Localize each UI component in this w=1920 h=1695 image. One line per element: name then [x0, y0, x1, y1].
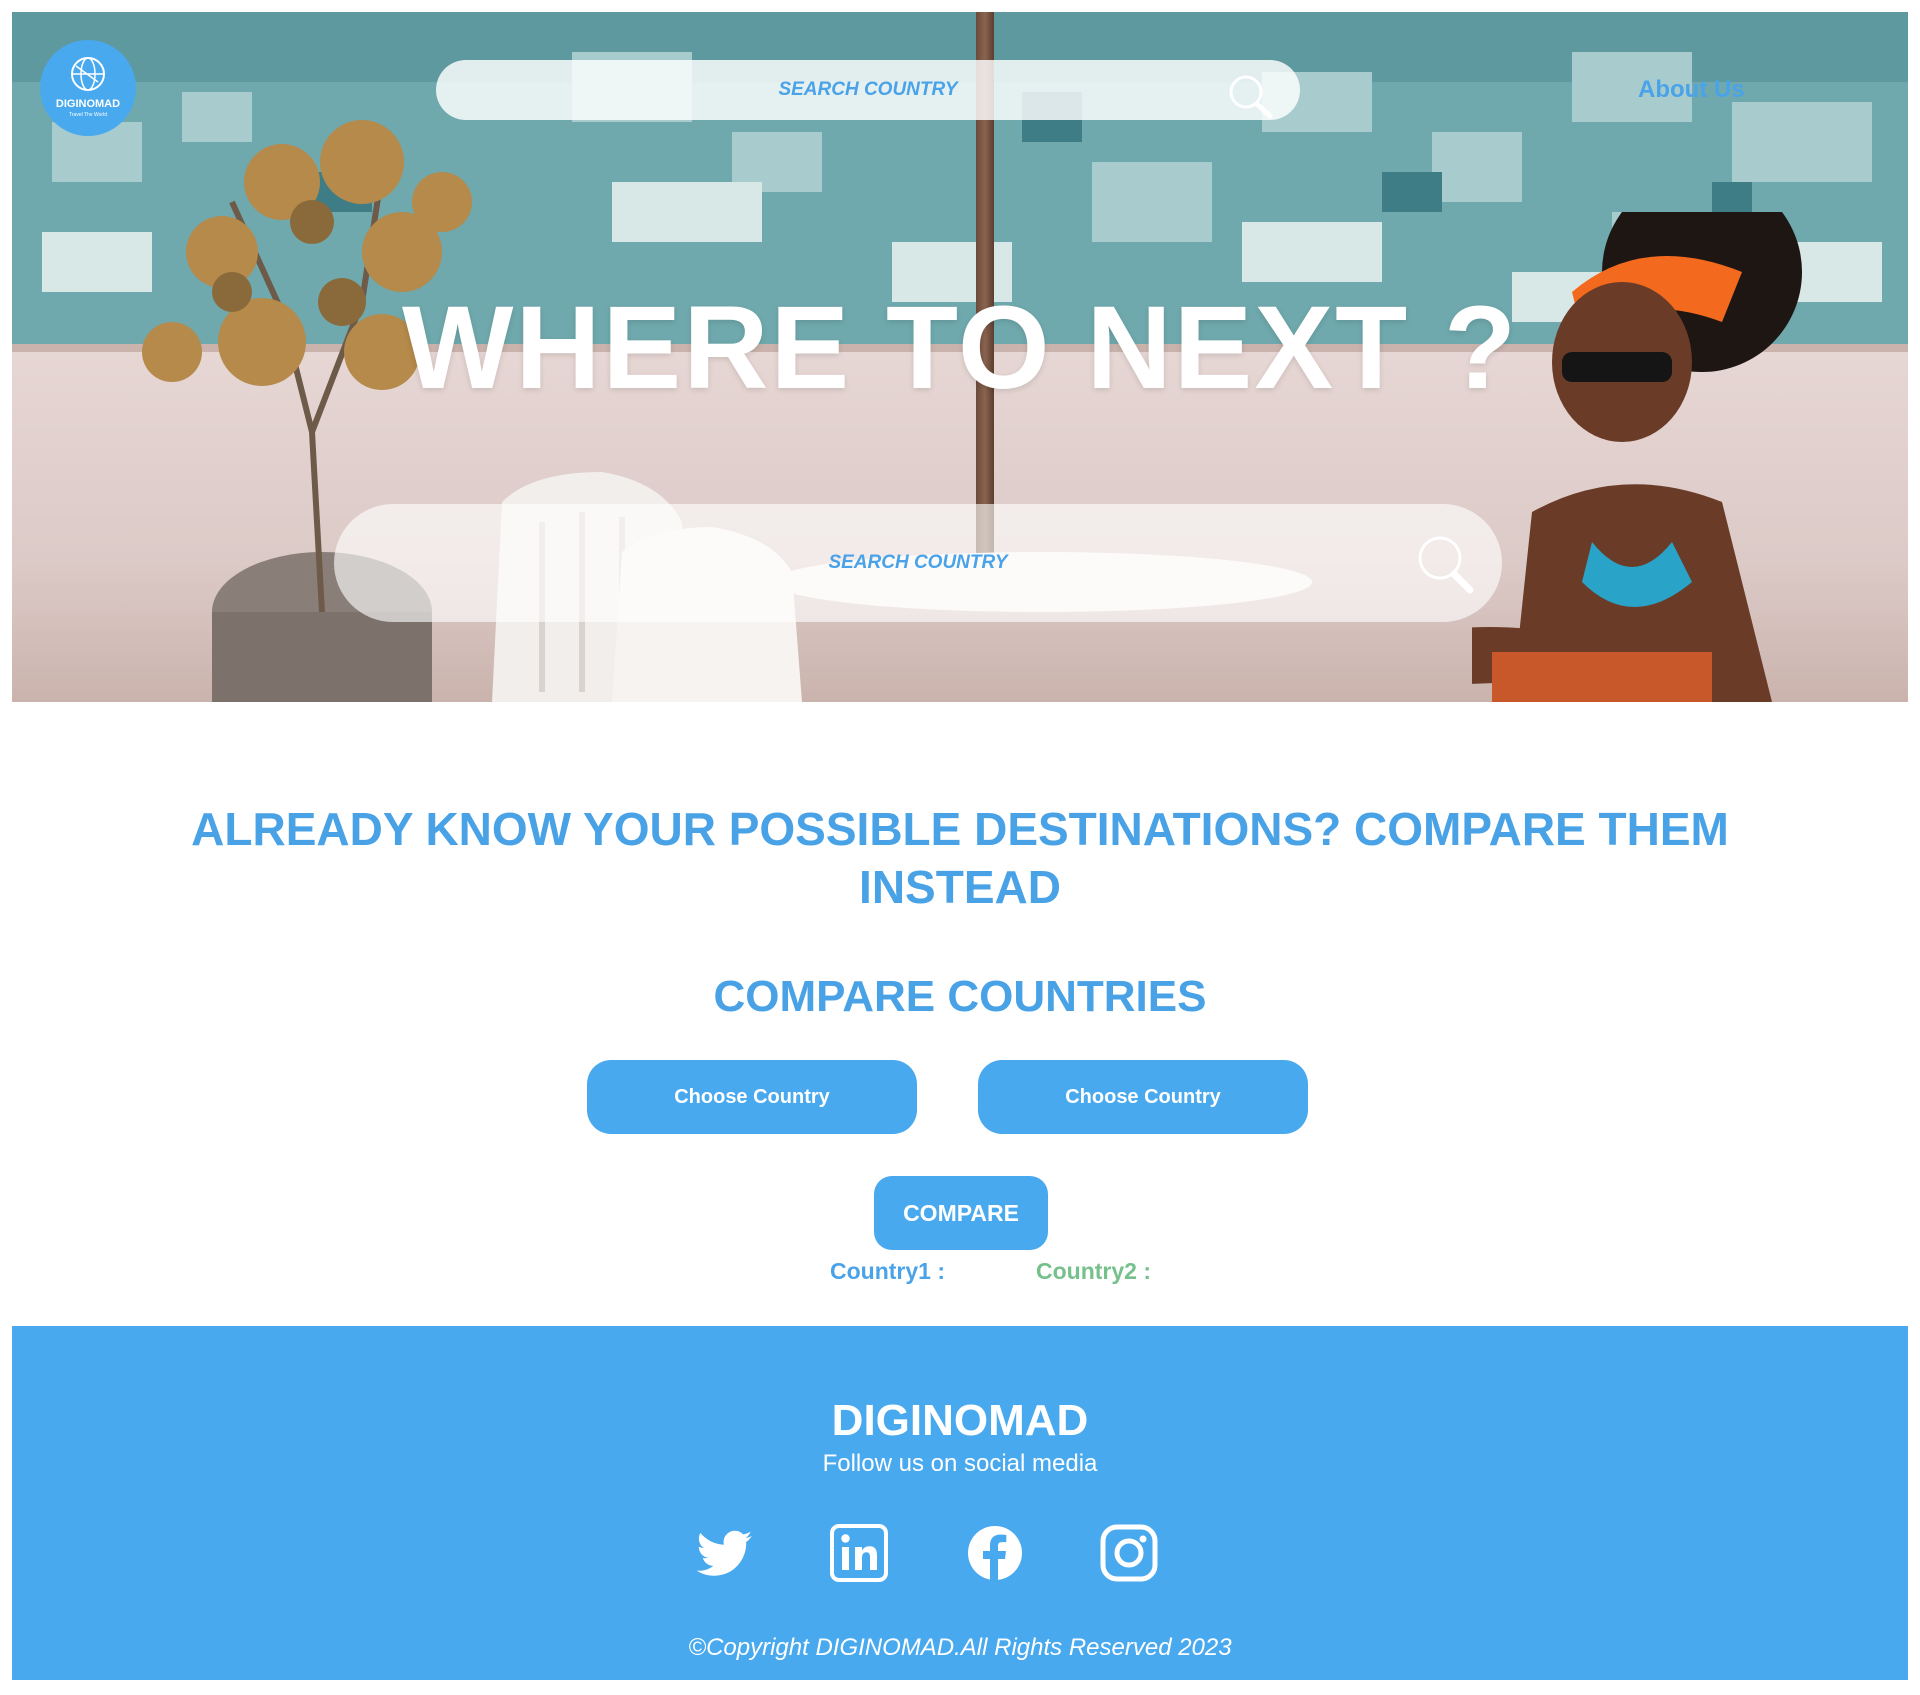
- copyright-text: ©Copyright DIGINOMAD.All Rights Reserved…: [688, 1634, 1232, 1661]
- footer-follow-text: Follow us on social media: [822, 1450, 1098, 1477]
- country1-label: Country1 :: [830, 1258, 945, 1284]
- compare-button[interactable]: COMPARE: [874, 1176, 1048, 1250]
- choose-country-button-1[interactable]: Choose Country: [587, 1060, 917, 1134]
- logo-name: DIGINOMAD: [55, 98, 121, 110]
- search-icon[interactable]: [1414, 534, 1478, 596]
- instagram-icon[interactable]: [1098, 1522, 1160, 1584]
- footer: DIGINOMAD Follow us on social media ©Cop…: [12, 1326, 1908, 1680]
- diginomad-logo[interactable]: DIGINOMAD Travel The World: [40, 40, 136, 136]
- page: DIGINOMAD Travel The World SEARCH COUNTR…: [12, 12, 1908, 1680]
- header-search-placeholder: SEARCH COUNTRY: [778, 79, 958, 100]
- hero-search-bar[interactable]: SEARCH COUNTRY: [334, 504, 1502, 622]
- twitter-icon[interactable]: [694, 1522, 756, 1584]
- hero-title: WHERE TO NEXT ?: [401, 282, 1519, 414]
- logo-tagline: Travel The World: [69, 112, 107, 118]
- hero-search-placeholder: SEARCH COUNTRY: [828, 552, 1008, 573]
- compare-subheading: COMPARE COUNTRIES: [713, 972, 1207, 1021]
- linkedin-icon[interactable]: [828, 1522, 890, 1584]
- about-us-link[interactable]: About Us: [1638, 76, 1745, 104]
- compare-section: ALREADY KNOW YOUR POSSIBLE DESTINATIONS?…: [12, 702, 1908, 1326]
- globe-icon: [71, 57, 105, 91]
- header-search-bar[interactable]: SEARCH COUNTRY: [436, 60, 1300, 120]
- search-icon[interactable]: [1226, 74, 1276, 120]
- hero-banner: DIGINOMAD Travel The World SEARCH COUNTR…: [12, 12, 1908, 702]
- compare-heading: ALREADY KNOW YOUR POSSIBLE DESTINATIONS?…: [191, 803, 1729, 913]
- country2-label: Country2 :: [1036, 1258, 1151, 1284]
- facebook-icon[interactable]: [964, 1522, 1026, 1584]
- choose-country-button-2[interactable]: Choose Country: [978, 1060, 1308, 1134]
- footer-brand: DIGINOMAD: [831, 1396, 1089, 1445]
